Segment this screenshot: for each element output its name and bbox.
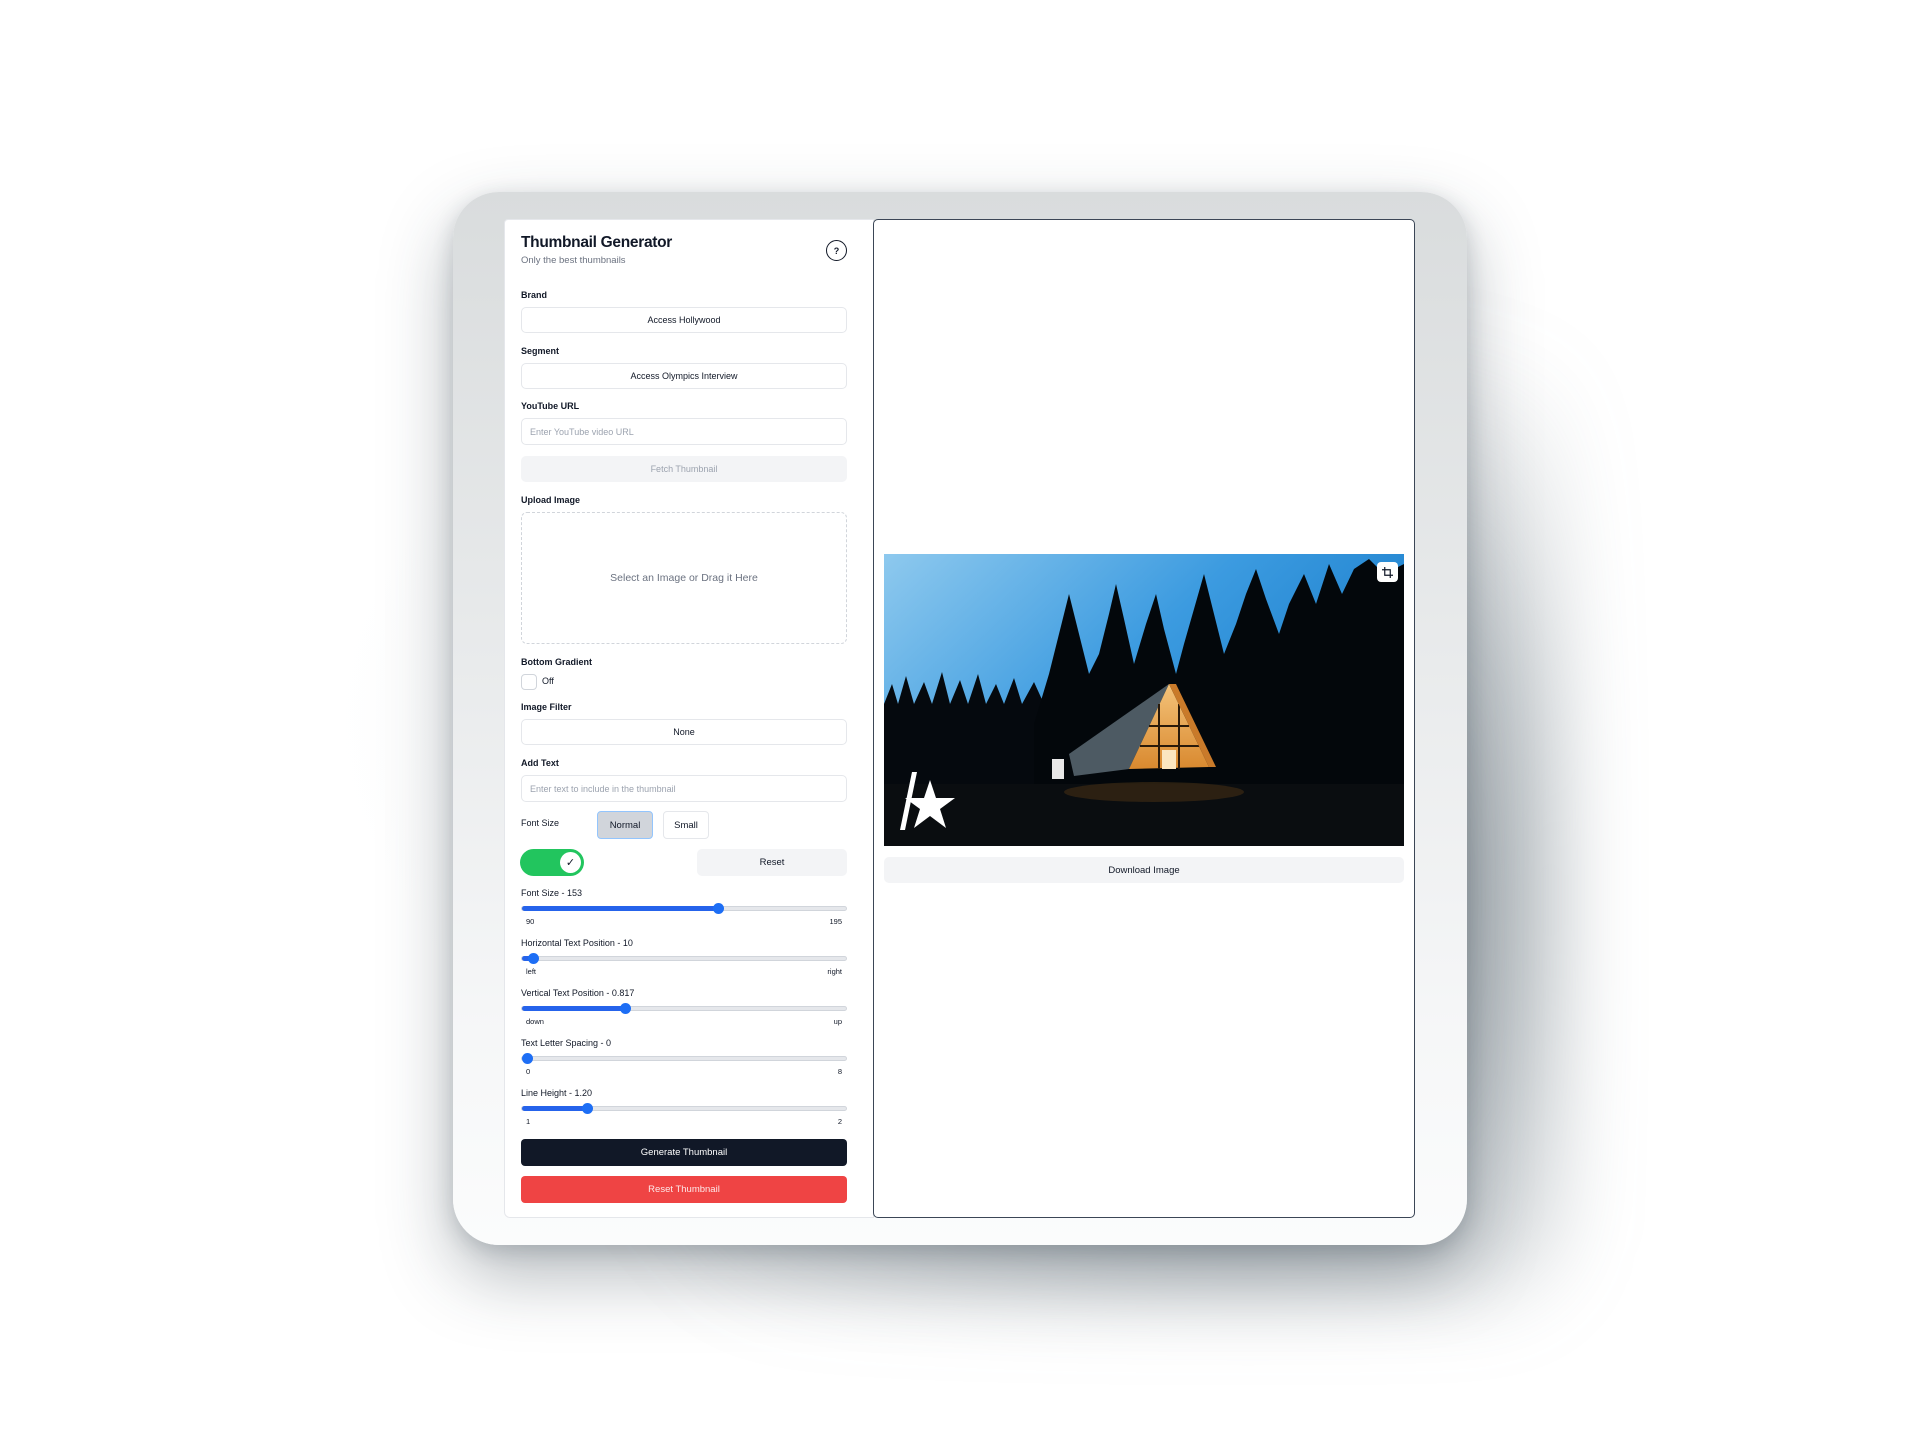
text-enabled-toggle[interactable]: ✓	[520, 849, 584, 876]
slider-thumb[interactable]	[712, 903, 724, 914]
upload-image-label: Upload Image	[521, 495, 581, 505]
slider-max-label: right	[827, 967, 842, 976]
reset-button[interactable]: Reset	[697, 849, 847, 876]
generate-thumbnail-button[interactable]: Generate Thumbnail	[521, 1139, 847, 1166]
slider-max-label: 195	[829, 917, 842, 926]
brand-select[interactable]: Access Hollywood	[521, 307, 847, 333]
fetch-thumbnail-button[interactable]: Fetch Thumbnail	[521, 456, 847, 482]
slider-min-label: 1	[526, 1117, 531, 1126]
slider-max-label: up	[833, 1017, 842, 1026]
slider-min-label: 90	[526, 917, 535, 926]
help-button[interactable]: ?	[826, 240, 847, 261]
slider-fill	[522, 1106, 587, 1111]
slider-min-label: left	[526, 967, 537, 976]
reset-thumbnail-button[interactable]: Reset Thumbnail	[521, 1176, 847, 1203]
crop-button[interactable]	[1377, 562, 1398, 582]
slider-track[interactable]	[521, 1103, 847, 1114]
page-subtitle: Only the best thumbnails	[521, 255, 626, 266]
slider-label: Font Size - 153	[521, 888, 583, 898]
add-text-label: Add Text	[521, 758, 559, 768]
slider-min-label: down	[526, 1017, 544, 1026]
slider-fill	[522, 906, 717, 911]
bottom-gradient-label: Bottom Gradient	[521, 657, 592, 667]
download-image-button[interactable]: Download Image	[884, 857, 1404, 883]
font-size-normal-button[interactable]: Normal	[597, 811, 653, 839]
help-icon: ?	[833, 245, 840, 256]
slider-fill	[522, 1006, 625, 1011]
slider-thumb[interactable]	[527, 953, 539, 964]
font-size-small-button[interactable]: Small	[663, 811, 709, 839]
slider-max-label: 8	[837, 1067, 842, 1076]
upload-prompt: Select an Image or Drag it Here	[610, 572, 758, 584]
slider-track[interactable]	[521, 953, 847, 964]
page-title: Thumbnail Generator	[521, 234, 673, 251]
slider-max-label: 2	[837, 1117, 842, 1126]
check-icon: ✓	[565, 857, 576, 869]
segment-label: Segment	[521, 346, 560, 356]
bottom-gradient-state: Off	[542, 676, 554, 686]
segment-select[interactable]: Access Olympics Interview	[521, 363, 847, 389]
upload-dropzone[interactable]: Select an Image or Drag it Here	[521, 512, 847, 644]
thumbnail-preview	[884, 554, 1404, 846]
cabin-photo	[884, 554, 1404, 846]
slash-star-logo-icon	[900, 772, 955, 830]
youtube-url-label: YouTube URL	[521, 401, 580, 411]
slider-label: Horizontal Text Position - 10	[521, 938, 633, 948]
image-filter-select[interactable]: None	[521, 719, 847, 745]
slider-track[interactable]	[521, 903, 847, 914]
brand-label: Brand	[521, 290, 548, 300]
image-filter-label: Image Filter	[521, 702, 572, 712]
bottom-gradient-checkbox[interactable]	[521, 674, 537, 690]
crop-icon	[1382, 566, 1393, 578]
slider-track[interactable]	[521, 1003, 847, 1014]
slider-label: Vertical Text Position - 0.817	[521, 988, 635, 998]
slider-min-label: 0	[526, 1067, 531, 1076]
slider-label: Line Height - 1.20	[521, 1088, 593, 1098]
font-size-mode-label: Font Size	[521, 818, 560, 828]
slider-thumb[interactable]	[522, 1053, 533, 1064]
add-text-input[interactable]	[521, 775, 847, 802]
youtube-url-input[interactable]	[521, 418, 847, 445]
slider-label: Text Letter Spacing - 0	[521, 1038, 612, 1048]
toggle-knob: ✓	[560, 852, 581, 873]
slider-track[interactable]	[521, 1053, 847, 1064]
